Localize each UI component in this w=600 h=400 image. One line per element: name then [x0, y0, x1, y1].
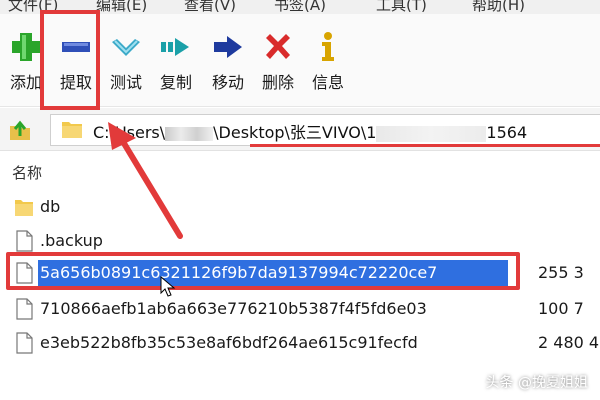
- path-prefix: C:\Users\: [93, 123, 166, 142]
- test-button[interactable]: 测试: [100, 30, 152, 102]
- list-item[interactable]: e3eb522b8fb35c53e8af6bdf264ae615c91fecfd…: [0, 328, 600, 360]
- up-folder-icon[interactable]: [6, 116, 34, 144]
- file-icon: [16, 230, 33, 252]
- folder-icon: [62, 122, 82, 138]
- watermark: 头条 @挽夏姐姐: [485, 375, 588, 391]
- info-label: 信息: [311, 73, 344, 92]
- menu-tools[interactable]: 工具(T): [376, 0, 427, 15]
- plus-icon: [12, 33, 40, 61]
- path-text: C:\Users\ \Desktop\张三VIVO\1 1564: [93, 119, 527, 143]
- selected-file-highlight-box: [6, 252, 520, 290]
- path-middle: \Desktop\张三VIVO\1: [213, 123, 377, 142]
- copy-button[interactable]: 复制: [150, 30, 202, 102]
- file-name: e3eb522b8fb35c53e8af6bdf264ae615c91fecfd: [40, 333, 418, 352]
- file-icon: [16, 332, 33, 354]
- test-label: 测试: [109, 73, 142, 92]
- mouse-cursor-icon: [160, 276, 176, 297]
- redacted-username: [165, 126, 214, 141]
- copy-label: 复制: [159, 73, 192, 92]
- column-header-name[interactable]: 名称: [12, 162, 42, 183]
- file-name: db: [40, 197, 61, 216]
- path-underline-annotation: [250, 144, 600, 147]
- file-size: 255 3: [538, 263, 584, 282]
- info-button[interactable]: 信息: [302, 30, 354, 102]
- menu-edit[interactable]: 编辑(E): [96, 0, 147, 15]
- extract-highlight-box: [40, 10, 100, 110]
- menu-view[interactable]: 查看(V): [184, 0, 236, 15]
- menu-help[interactable]: 帮助(H): [472, 0, 525, 15]
- list-item[interactable]: db: [0, 192, 600, 224]
- menu-bookmarks[interactable]: 书签(A): [274, 0, 326, 15]
- move-button[interactable]: 移动: [202, 30, 254, 102]
- list-item[interactable]: 710866aefb1ab6a663e776210b5387f4f5fd6e03…: [0, 294, 600, 326]
- file-icon: [16, 298, 33, 320]
- move-arrow-icon: [214, 36, 242, 58]
- copy-arrow-icon: [161, 38, 189, 56]
- file-size: 2 480 4: [538, 333, 600, 352]
- delete-button[interactable]: 删除: [252, 30, 304, 102]
- redacted-path: [376, 125, 487, 142]
- move-label: 移动: [211, 73, 244, 92]
- file-size: 100 7: [538, 299, 584, 318]
- path-suffix: 1564: [486, 123, 528, 142]
- path-input[interactable]: C:\Users\ \Desktop\张三VIVO\1 1564: [50, 114, 600, 146]
- folder-icon: [15, 200, 33, 216]
- delete-label: 删除: [261, 73, 294, 92]
- file-name: .backup: [40, 231, 103, 250]
- delete-x-icon: [266, 34, 290, 59]
- file-name: 710866aefb1ab6a663e776210b5387f4f5fd6e03: [40, 299, 427, 318]
- check-icon: [112, 39, 140, 56]
- info-icon: [322, 32, 334, 61]
